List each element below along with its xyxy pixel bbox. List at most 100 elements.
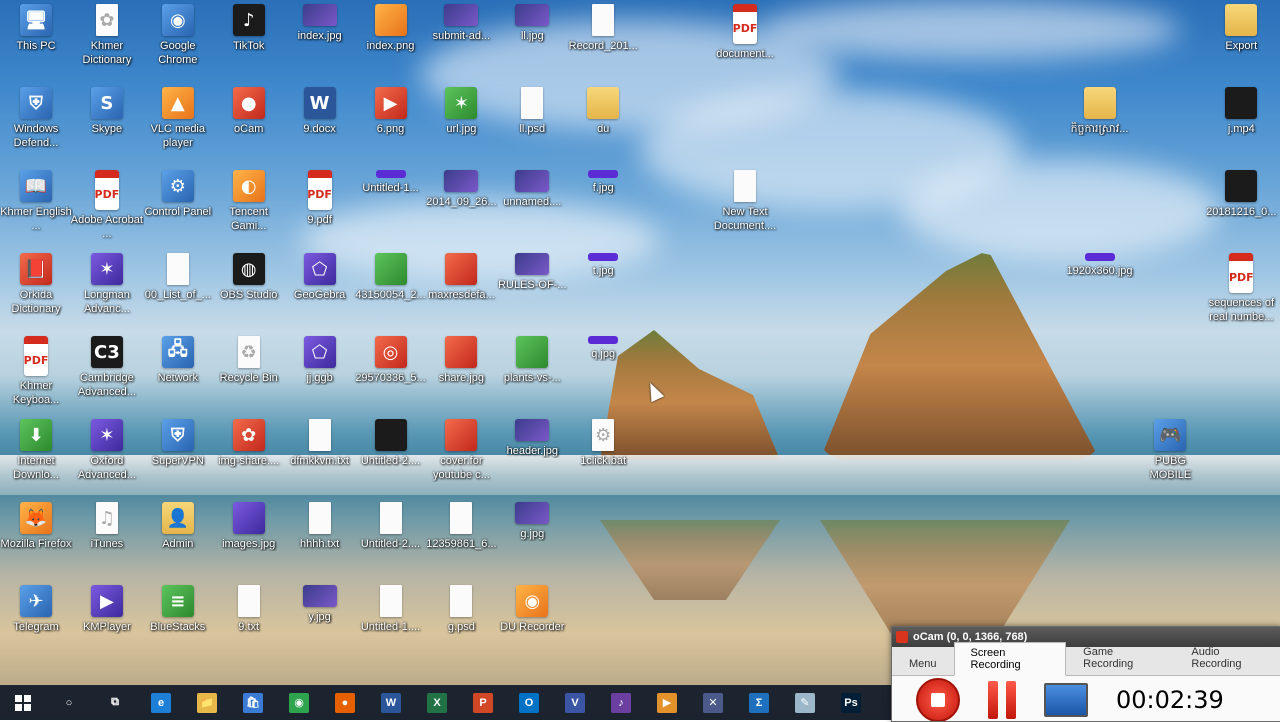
desktop-icon-12359861-6[interactable]: 12359861_6... (425, 498, 497, 578)
desktop-icon-tencent-gami[interactable]: ◐ Tencent Gami... (213, 166, 285, 246)
desktop-icon-hhhh-txt[interactable]: hhhh.txt (284, 498, 356, 578)
desktop-icon-mozilla-firefox[interactable]: 🦊 Mozilla Firefox (0, 498, 72, 578)
taskbar-app-pen[interactable]: ✎ (782, 685, 828, 720)
desktop-icon-y-jpg[interactable]: y.jpg (284, 581, 356, 661)
pause-button[interactable] (988, 681, 1016, 719)
taskbar-firefox[interactable]: ● (322, 685, 368, 720)
desktop-icon-rules-of[interactable]: RULES-OF-... (496, 249, 568, 329)
desktop-icon-khmer-english[interactable]: 📖 Khmer English ... (0, 166, 72, 246)
taskbar-powerpoint[interactable]: P (460, 685, 506, 720)
desktop-icon-q-jpg[interactable]: q.jpg (567, 332, 639, 412)
desktop-icon-new-text-document[interactable]: New Text Document.... (709, 166, 781, 246)
desktop-icon-g-jpg[interactable]: g.jpg (496, 498, 568, 578)
desktop-icon-admin[interactable]: 👤 Admin (142, 498, 214, 578)
desktop-icon-jj-ggb[interactable]: ⬠ jj.ggb (284, 332, 356, 412)
desktop-icon-cambridge-advanced[interactable]: C3 Cambridge Advanced... (71, 332, 143, 412)
taskbar-visio[interactable]: V (552, 685, 598, 720)
desktop-icon-control-panel[interactable]: ⚙ Control Panel (142, 166, 214, 246)
desktop-icon-untitled-2[interactable]: Untitled-2.... (355, 498, 427, 578)
desktop-icon-ll-psd[interactable]: ll.psd (496, 83, 568, 163)
desktop-icon-oxford-advanced[interactable]: ✶ Oxford Advanced... (71, 415, 143, 495)
desktop-icon-untitled-2[interactable]: Untitled-2.... (355, 415, 427, 495)
desktop-icon-khmer-keyboa[interactable]: PDF Khmer Keyboa... (0, 332, 72, 412)
desktop-icon-obs-studio[interactable]: ◍ OBS Studio (213, 249, 285, 329)
desktop-icon-submit-ad[interactable]: submit-ad... (425, 0, 497, 80)
desktop-icon-header-jpg[interactable]: header.jpg (496, 415, 568, 495)
desktop-icon-url-jpg[interactable]: ✶ url.jpg (425, 83, 497, 163)
taskbar-cortana-search[interactable]: ○ (46, 685, 92, 720)
taskbar-chrome[interactable]: ◉ (276, 685, 322, 720)
taskbar-edge[interactable]: e (138, 685, 184, 720)
desktop-icon-share-jpg[interactable]: share.jpg (425, 332, 497, 412)
taskbar-store[interactable]: 🛍 (230, 685, 276, 720)
taskbar-media-player[interactable]: ▶ (644, 685, 690, 720)
ocam-window[interactable]: oCam (0, 0, 1366, 768) Menu Screen Recor… (891, 626, 1280, 722)
desktop-icon-ll-jpg[interactable]: ll.jpg (496, 0, 568, 80)
taskbar-app-network[interactable]: ✕ (690, 685, 736, 720)
taskbar-photoshop[interactable]: Ps (828, 685, 874, 720)
desktop-icon-skype[interactable]: S Skype (71, 83, 143, 163)
desktop-icon-item[interactable]: កិច្ចការស្រាវ... (1064, 83, 1136, 163)
desktop-icon-supervpn[interactable]: ⛨ SuperVPN (142, 415, 214, 495)
desktop-icon-dfmkkvm-txt[interactable]: dfmkkvm.txt (284, 415, 356, 495)
taskbar-app-sigma[interactable]: Σ (736, 685, 782, 720)
desktop-icon-1920x360-jpg[interactable]: 1920x360.jpg (1064, 249, 1136, 329)
desktop-icon-du[interactable]: du (567, 83, 639, 163)
desktop-icon-ocam[interactable]: ● oCam (213, 83, 285, 163)
desktop-icon-plants-vs[interactable]: plants-vs-... (496, 332, 568, 412)
desktop-icon-internet-downlo[interactable]: ⬇ Internet Downlo... (0, 415, 72, 495)
desktop-icon-du-recorder[interactable]: ◉ DU Recorder (496, 581, 568, 661)
desktop-icon-longman-advanc[interactable]: ✶ Longman Advanc... (71, 249, 143, 329)
desktop-icon-2014-09-26[interactable]: 2014_09_26... (425, 166, 497, 246)
desktop-icon-9-pdf[interactable]: PDF 9.pdf (284, 166, 356, 246)
desktop-icon-adobe-acrobat[interactable]: PDF Adobe Acrobat ... (71, 166, 143, 246)
taskbar-excel[interactable]: X (414, 685, 460, 720)
desktop-icon-images-jpg[interactable]: images.jpg (213, 498, 285, 578)
desktop-icon-windows-defend[interactable]: ⛨ Windows Defend... (0, 83, 72, 163)
desktop-icon-20181216-0[interactable]: 20181216_0... (1205, 166, 1277, 246)
tab-audio-recording[interactable]: Audio Recording (1174, 641, 1280, 675)
tab-game-recording[interactable]: Game Recording (1066, 641, 1174, 675)
desktop-icon-untitled-1[interactable]: Untitled-1... (355, 166, 427, 246)
desktop-icon-recycle-bin[interactable]: ♻ Recycle Bin (213, 332, 285, 412)
desktop-icon-export[interactable]: Export (1205, 0, 1277, 80)
desktop-icon-9-docx[interactable]: W 9.docx (284, 83, 356, 163)
desktop-icon-6-png[interactable]: ▶ 6.png (355, 83, 427, 163)
desktop-icon-telegram[interactable]: ✈ Telegram (0, 581, 72, 661)
desktop-icon-sequences-of-real-numbe[interactable]: PDF sequences of real numbe... (1205, 249, 1277, 329)
desktop-icon-index-png[interactable]: index.png (355, 0, 427, 80)
taskbar-file-explorer[interactable]: 📁 (184, 685, 230, 720)
tab-menu[interactable]: Menu (892, 653, 954, 675)
desktop-icon-vlc-media-player[interactable]: ▲ VLC media player (142, 83, 214, 163)
desktop-icon-t-jpg[interactable]: t.jpg (567, 249, 639, 329)
taskbar-task-view[interactable]: ⧉ (92, 685, 138, 720)
desktop-icon-29570336-5[interactable]: ◎ 29570336_5... (355, 332, 427, 412)
desktop-icon-document[interactable]: PDF document... (709, 0, 781, 80)
taskbar-app-purple[interactable]: ♪ (598, 685, 644, 720)
stop-record-button[interactable] (916, 678, 960, 721)
desktop-icon-itunes[interactable]: ♫ iTunes (71, 498, 143, 578)
desktop-icon-cover-for-youtube-c[interactable]: cover.for youtube c... (425, 415, 497, 495)
taskbar-word[interactable]: W (368, 685, 414, 720)
desktop-icon-43150054-2[interactable]: 43150054_2... (355, 249, 427, 329)
desktop-icon-kmplayer[interactable]: ▶ KMPlayer (71, 581, 143, 661)
desktop-icon-google-chrome[interactable]: ◉ Google Chrome (142, 0, 214, 80)
windows-start-icon[interactable] (0, 685, 46, 720)
desktop-icon-pubg-mobile[interactable]: 🎮 PUBG MOBILE (1134, 415, 1206, 495)
desktop-icon-unnamed[interactable]: unnamed.... (496, 166, 568, 246)
desktop-icon-this-pc[interactable]: 🖥 This PC (0, 0, 72, 80)
desktop-icon-g-psd[interactable]: g.psd (425, 581, 497, 661)
desktop-icon-9-txt[interactable]: 9.txt (213, 581, 285, 661)
desktop-icon-img-share[interactable]: ✿ img-share.... (213, 415, 285, 495)
desktop-icon-index-jpg[interactable]: index.jpg (284, 0, 356, 80)
tab-screen-recording[interactable]: Screen Recording (953, 642, 1067, 676)
desktop-icon-00-list-of[interactable]: 00_List_of_... (142, 249, 214, 329)
desktop-icon-network[interactable]: 🖧 Network (142, 332, 214, 412)
screen-area-button[interactable] (1044, 683, 1088, 717)
taskbar-outlook[interactable]: O (506, 685, 552, 720)
desktop-icon-tiktok[interactable]: ♪ TikTok (213, 0, 285, 80)
desktop-icon-f-jpg[interactable]: f.jpg (567, 166, 639, 246)
desktop-icon-untitled-1[interactable]: Untitled-1.... (355, 581, 427, 661)
desktop-icon-maxresdefa[interactable]: maxresdefa... (425, 249, 497, 329)
desktop-icon-record-201[interactable]: Record_201... (567, 0, 639, 80)
